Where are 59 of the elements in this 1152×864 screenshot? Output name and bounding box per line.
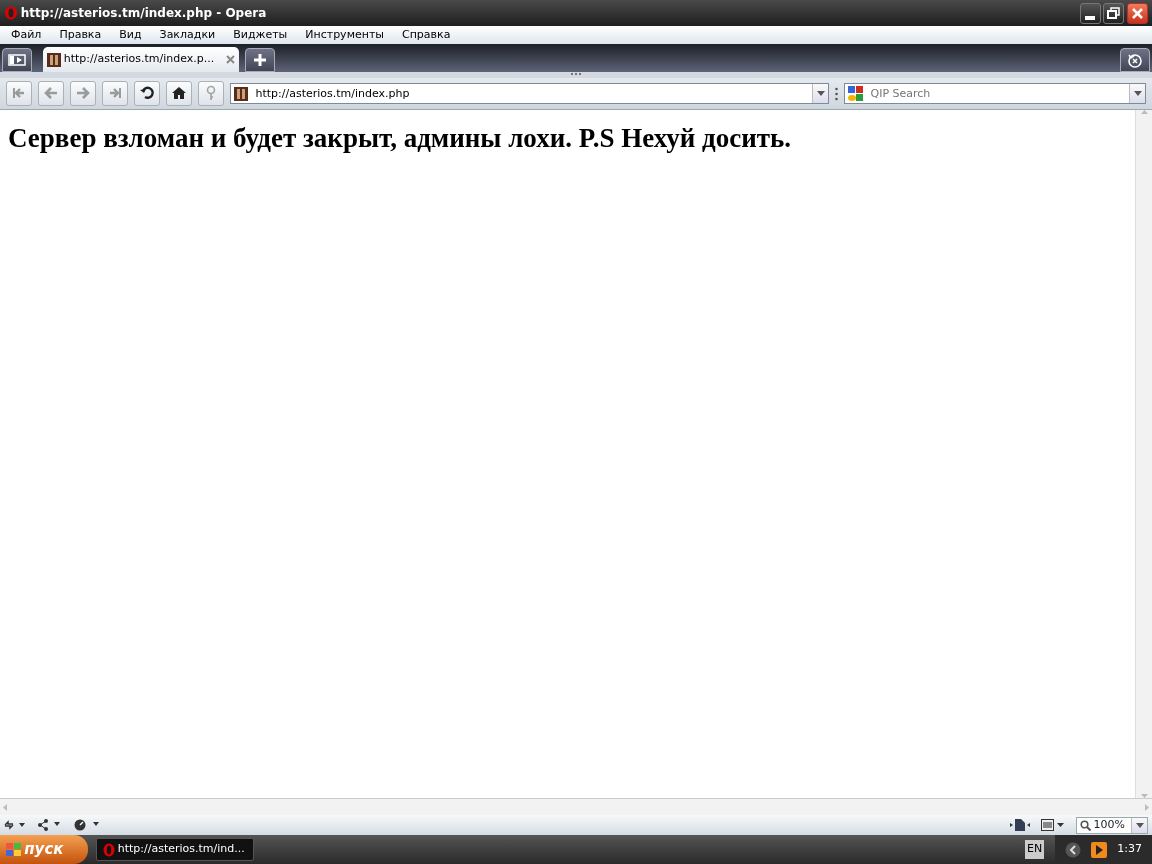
chevron-left-icon[interactable] <box>1065 841 1082 858</box>
page-icon[interactable] <box>1010 819 1030 831</box>
page-heading: Сервер взломан и будет закрыт, админы лохи. P.S Нехуй досить. <box>8 122 792 155</box>
closed-tabs-button[interactable] <box>1120 48 1150 72</box>
reload-icon <box>139 85 155 102</box>
favicon-icon <box>47 52 61 67</box>
menu-item[interactable]: Вид <box>110 26 151 44</box>
speedometer-icon[interactable] <box>74 819 100 831</box>
menu-item[interactable]: Файл <box>2 26 51 44</box>
windows-logo-icon <box>5 842 22 857</box>
language-indicator[interactable]: EN <box>1025 840 1045 859</box>
search-engine-icon <box>848 86 863 101</box>
menu-item[interactable]: Инструменты <box>296 26 393 44</box>
browser-tab[interactable]: http://asterios.tm/index.p... <box>43 47 239 72</box>
minimize-icon <box>1085 15 1095 20</box>
network-icon[interactable] <box>37 819 63 831</box>
home-button[interactable] <box>166 81 192 106</box>
search-field[interactable]: QIP Search <box>844 83 1146 104</box>
grip-icon <box>570 72 582 76</box>
dropdown-button[interactable] <box>1131 817 1147 833</box>
image-icon[interactable] <box>1041 819 1065 831</box>
panel-icon <box>8 53 26 66</box>
opera-logo-icon <box>4 6 18 20</box>
taskbar-button[interactable]: http://asterios.tm/ind... <box>96 838 254 861</box>
menu-item[interactable]: Закладки <box>150 26 225 44</box>
tab-title: http://asterios.tm/index.p... <box>63 51 216 68</box>
menu-item[interactable]: Правка <box>50 26 111 44</box>
address-field[interactable]: http://asterios.tm/index.php <box>230 83 829 104</box>
window-title: http://asterios.tm/index.php - Opera <box>20 5 268 22</box>
plus-icon <box>253 53 266 66</box>
panel-toggle-button[interactable] <box>2 48 32 72</box>
minimize-button[interactable] <box>1079 2 1101 24</box>
play-icon[interactable] <box>1091 841 1108 858</box>
dropdown-button[interactable] <box>812 84 828 103</box>
close-icon[interactable] <box>226 55 235 64</box>
arrow-left-icon <box>2 803 7 811</box>
caret-icon <box>1133 91 1142 96</box>
favicon-icon <box>234 86 248 101</box>
search-icon <box>1079 819 1091 831</box>
sync-icon[interactable] <box>4 820 26 830</box>
caret-icon <box>816 91 825 96</box>
close-button[interactable] <box>1127 2 1148 24</box>
caret-icon <box>1135 822 1144 828</box>
opera-logo-icon <box>103 842 115 857</box>
arrow-right-icon <box>1145 803 1150 811</box>
reload-button[interactable] <box>134 81 160 106</box>
menu-item[interactable]: Справка <box>393 26 460 44</box>
grip-icon <box>835 86 838 101</box>
new-tab-button[interactable] <box>244 48 275 72</box>
arrow-up-icon <box>1140 110 1148 114</box>
home-icon <box>171 85 187 102</box>
zoom-field[interactable]: 100% <box>1076 816 1148 834</box>
dropdown-button[interactable] <box>1129 84 1145 103</box>
maximize-button[interactable] <box>1103 2 1125 24</box>
clock: 1:37 <box>1117 841 1142 858</box>
menu-item[interactable]: Виджеты <box>224 26 297 44</box>
vertical-scrollbar[interactable] <box>1135 110 1152 798</box>
arrow-down-icon <box>1140 794 1148 798</box>
horizontal-scrollbar[interactable] <box>0 798 1152 815</box>
